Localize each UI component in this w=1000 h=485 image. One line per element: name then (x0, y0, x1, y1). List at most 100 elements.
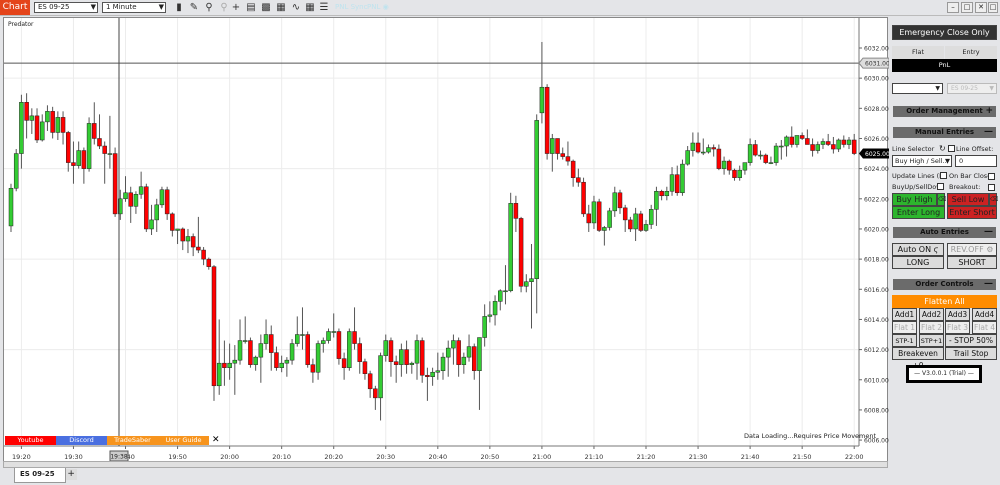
candle-down (211, 266, 217, 387)
buy-high-clear-icon[interactable]: ⌫ (937, 193, 946, 206)
sell-low-button[interactable]: Sell Low (947, 193, 989, 206)
restore-down-button[interactable]: □ (988, 2, 998, 13)
indicator-icon[interactable]: ∿ (290, 2, 302, 14)
on-bar-close-checkbox[interactable] (988, 173, 995, 180)
x-tick-label: 19:50 (168, 453, 187, 461)
zoom-in-icon[interactable]: ⚲ (203, 2, 215, 14)
chart-trader-icon[interactable]: ▦ (275, 2, 287, 14)
horizontal-scrollbar[interactable] (3, 461, 888, 468)
candle-up (550, 138, 555, 154)
zoom-out-icon[interactable]: ⚲ (218, 2, 230, 14)
flat4-button[interactable]: Flat 4 (972, 321, 997, 334)
close-window-button[interactable]: ✕ (975, 2, 987, 13)
template-icon[interactable]: ▦ (304, 2, 316, 14)
line-mode-select[interactable]: Buy High / Sell... ▼ (892, 155, 952, 167)
stop-minus-button[interactable]: STP-1 (892, 334, 917, 347)
add1-button[interactable]: Add1 (892, 308, 917, 321)
candle-down (362, 361, 368, 374)
properties-icon[interactable]: ▤ (245, 2, 257, 14)
candle-up (430, 371, 435, 377)
collapse-icon[interactable]: — (984, 127, 993, 138)
user-guide-link[interactable]: User Guide (158, 436, 209, 445)
buy-high-button[interactable]: Buy High (892, 193, 937, 206)
minimize-button[interactable]: – (947, 2, 959, 13)
on-bar-close-label: On Bar Close: (949, 172, 994, 180)
interval-select[interactable]: 1 Minute ▼ (102, 2, 166, 13)
pnl-sync-link[interactable]: PNL Sync (335, 3, 367, 11)
manual-entries-header[interactable]: Manual Entries — (893, 127, 996, 138)
candle-up (289, 343, 295, 361)
chart-menu-button[interactable]: Chart (0, 0, 30, 15)
sell-low-clear-icon[interactable]: ⌫ (989, 193, 998, 206)
buyup-checkbox[interactable] (937, 183, 944, 190)
add2-button[interactable]: Add2 (919, 308, 944, 321)
chevron-down-icon: ▼ (158, 3, 164, 11)
enter-long-button[interactable]: Enter Long (892, 206, 945, 219)
stop-50-button[interactable]: - STOP 50% + (945, 334, 997, 357)
auto-on-button[interactable]: Auto ON ϛ (892, 243, 944, 256)
section-title: Order Controls (915, 280, 974, 288)
chevron-down-icon: ▼ (935, 85, 940, 92)
line-offset-checkbox[interactable] (948, 145, 955, 152)
add3-button[interactable]: Add3 (945, 308, 970, 321)
collapse-icon[interactable]: — (984, 279, 993, 290)
candle-up (409, 362, 415, 365)
flat2-button[interactable]: Flat 2 (919, 321, 944, 334)
flat3-button[interactable]: Flat 3 (945, 321, 970, 334)
order-management-header[interactable]: Order Management + (893, 106, 996, 117)
discord-link[interactable]: Discord (56, 436, 107, 445)
update-lines-checkbox[interactable] (940, 172, 947, 179)
emergency-close-button[interactable]: Emergency Close Only (892, 25, 997, 40)
candle-up (539, 86, 545, 114)
tab-es-09-25[interactable]: ES 09-25 (14, 468, 66, 483)
candle-up (378, 355, 383, 399)
breakout-checkbox[interactable] (988, 184, 995, 191)
order-controls-header[interactable]: Order Controls — (893, 279, 996, 290)
interval-value: 1 Minute (106, 3, 137, 11)
strategy-icon[interactable]: ▩ (260, 2, 272, 14)
chart-panel[interactable]: 19:2019:3019:4019:5020:0020:1020:2020:30… (3, 17, 889, 469)
candle-up (321, 340, 326, 344)
account-select[interactable]: ▼ (892, 83, 943, 94)
instrument-select-panel[interactable]: ES 09-25 ▼ (947, 83, 997, 94)
rev-off-button[interactable]: REV.OFF ⚙ (947, 243, 997, 256)
price-chart[interactable]: 19:2019:3019:4019:5020:0020:1020:2020:30… (4, 18, 889, 469)
bar-type-icon[interactable]: ▮ (173, 2, 185, 14)
candle-up (399, 349, 404, 365)
candle-up (508, 203, 513, 292)
youtube-link[interactable]: Youtube (5, 436, 56, 445)
auto-entries-header[interactable]: Auto Entries — (893, 227, 996, 238)
y-tick-label: 6018.00 (864, 257, 889, 264)
breakeven-button[interactable]: Breakeven +0 (892, 347, 944, 370)
candle-down (206, 258, 212, 267)
tradesaber-link[interactable]: TradeSaber (107, 436, 158, 445)
restore-button[interactable]: □ (961, 2, 973, 13)
collapse-icon[interactable]: — (984, 227, 993, 238)
flat1-button[interactable]: Flat 1 (892, 321, 917, 334)
candle-down (789, 136, 794, 145)
expand-icon[interactable]: + (985, 106, 993, 117)
stop-plus-button[interactable]: STP+1 (919, 334, 944, 347)
enter-short-button[interactable]: Enter Short (947, 206, 997, 219)
candle-up (742, 162, 748, 171)
refresh-icon[interactable]: ↻ (939, 144, 946, 153)
data-box-icon[interactable]: ☰ (318, 2, 330, 14)
crosshair-icon[interactable]: + (230, 2, 242, 14)
x-tick-label: 19:20 (12, 453, 31, 461)
chart-tabs: ES 09-25 + (14, 468, 77, 483)
line-offset-input[interactable]: 0 (955, 155, 997, 167)
add4-button[interactable]: Add4 (972, 308, 997, 321)
candle-down (674, 174, 680, 194)
pnl-link[interactable]: PNL ◉ (367, 3, 389, 11)
trail-stop-button[interactable]: Trail Stop (945, 347, 997, 360)
candle-up (768, 162, 774, 164)
add-tab-button[interactable]: + (65, 469, 77, 480)
short-button[interactable]: SHORT (947, 256, 997, 269)
instrument-select[interactable]: ES 09-25 ▼ (34, 2, 98, 13)
flatten-all-button[interactable]: Flatten All (892, 295, 997, 308)
long-button[interactable]: LONG (892, 256, 944, 269)
close-icon[interactable]: ✕ (212, 436, 220, 445)
pencil-icon[interactable]: ✎ (188, 2, 200, 14)
candle-up (492, 301, 498, 316)
candle-up (107, 153, 113, 155)
